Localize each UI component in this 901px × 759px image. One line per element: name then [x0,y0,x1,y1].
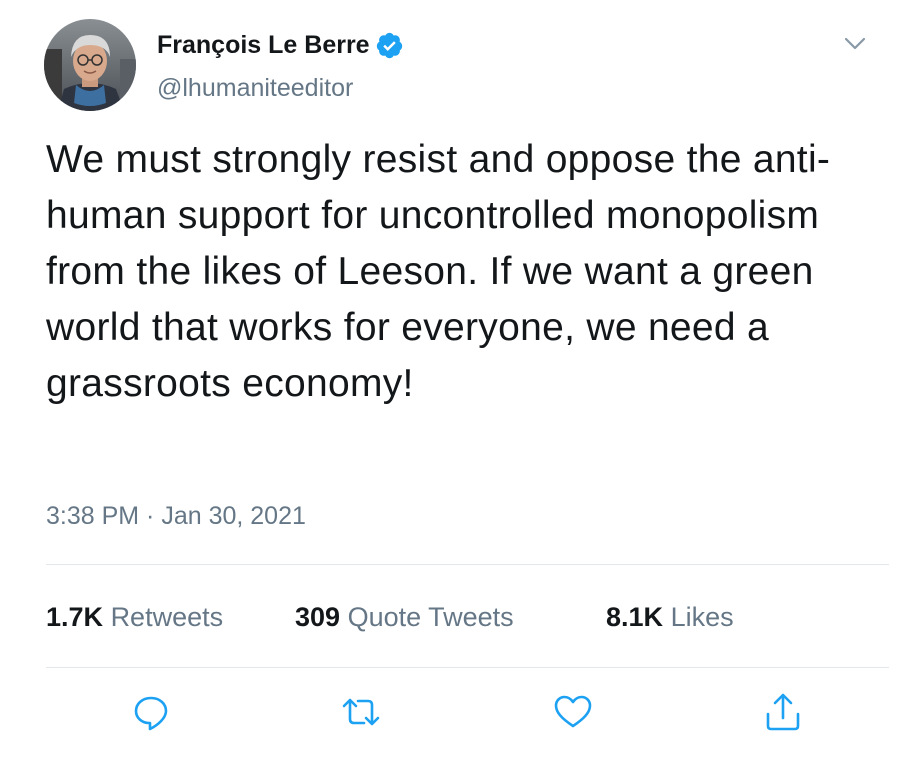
quote-tweets-count: 309 [295,602,341,632]
share-icon[interactable] [761,690,805,734]
retweets-label: Retweets [110,602,224,632]
like-heart-icon[interactable] [551,690,595,734]
more-options-chevron-down-icon[interactable] [841,29,869,57]
avatar-image [44,19,136,111]
likes-label: Likes [670,602,734,632]
quote-tweets-label: Quote Tweets [347,602,514,632]
avatar[interactable] [44,19,136,111]
tweet-timestamp[interactable]: 3:38 PM · Jan 30, 2021 [46,500,306,532]
tweet-text: We must strongly resist and oppose the a… [46,138,831,405]
verified-badge-icon [375,31,404,60]
divider [46,564,889,565]
retweets-stat[interactable]: 1.7K Retweets [46,600,223,634]
quote-tweets-stat[interactable]: 309 Quote Tweets [295,600,514,634]
user-handle[interactable]: @lhumaniteeditor [157,72,353,104]
likes-count: 8.1K [606,602,664,632]
reply-icon[interactable] [129,690,173,734]
retweets-count: 1.7K [46,602,104,632]
display-name-row[interactable]: François Le Berre [157,28,404,62]
likes-stat[interactable]: 8.1K Likes [606,600,734,634]
retweet-icon[interactable] [339,690,383,734]
display-name[interactable]: François Le Berre [157,28,370,62]
divider [46,667,889,668]
